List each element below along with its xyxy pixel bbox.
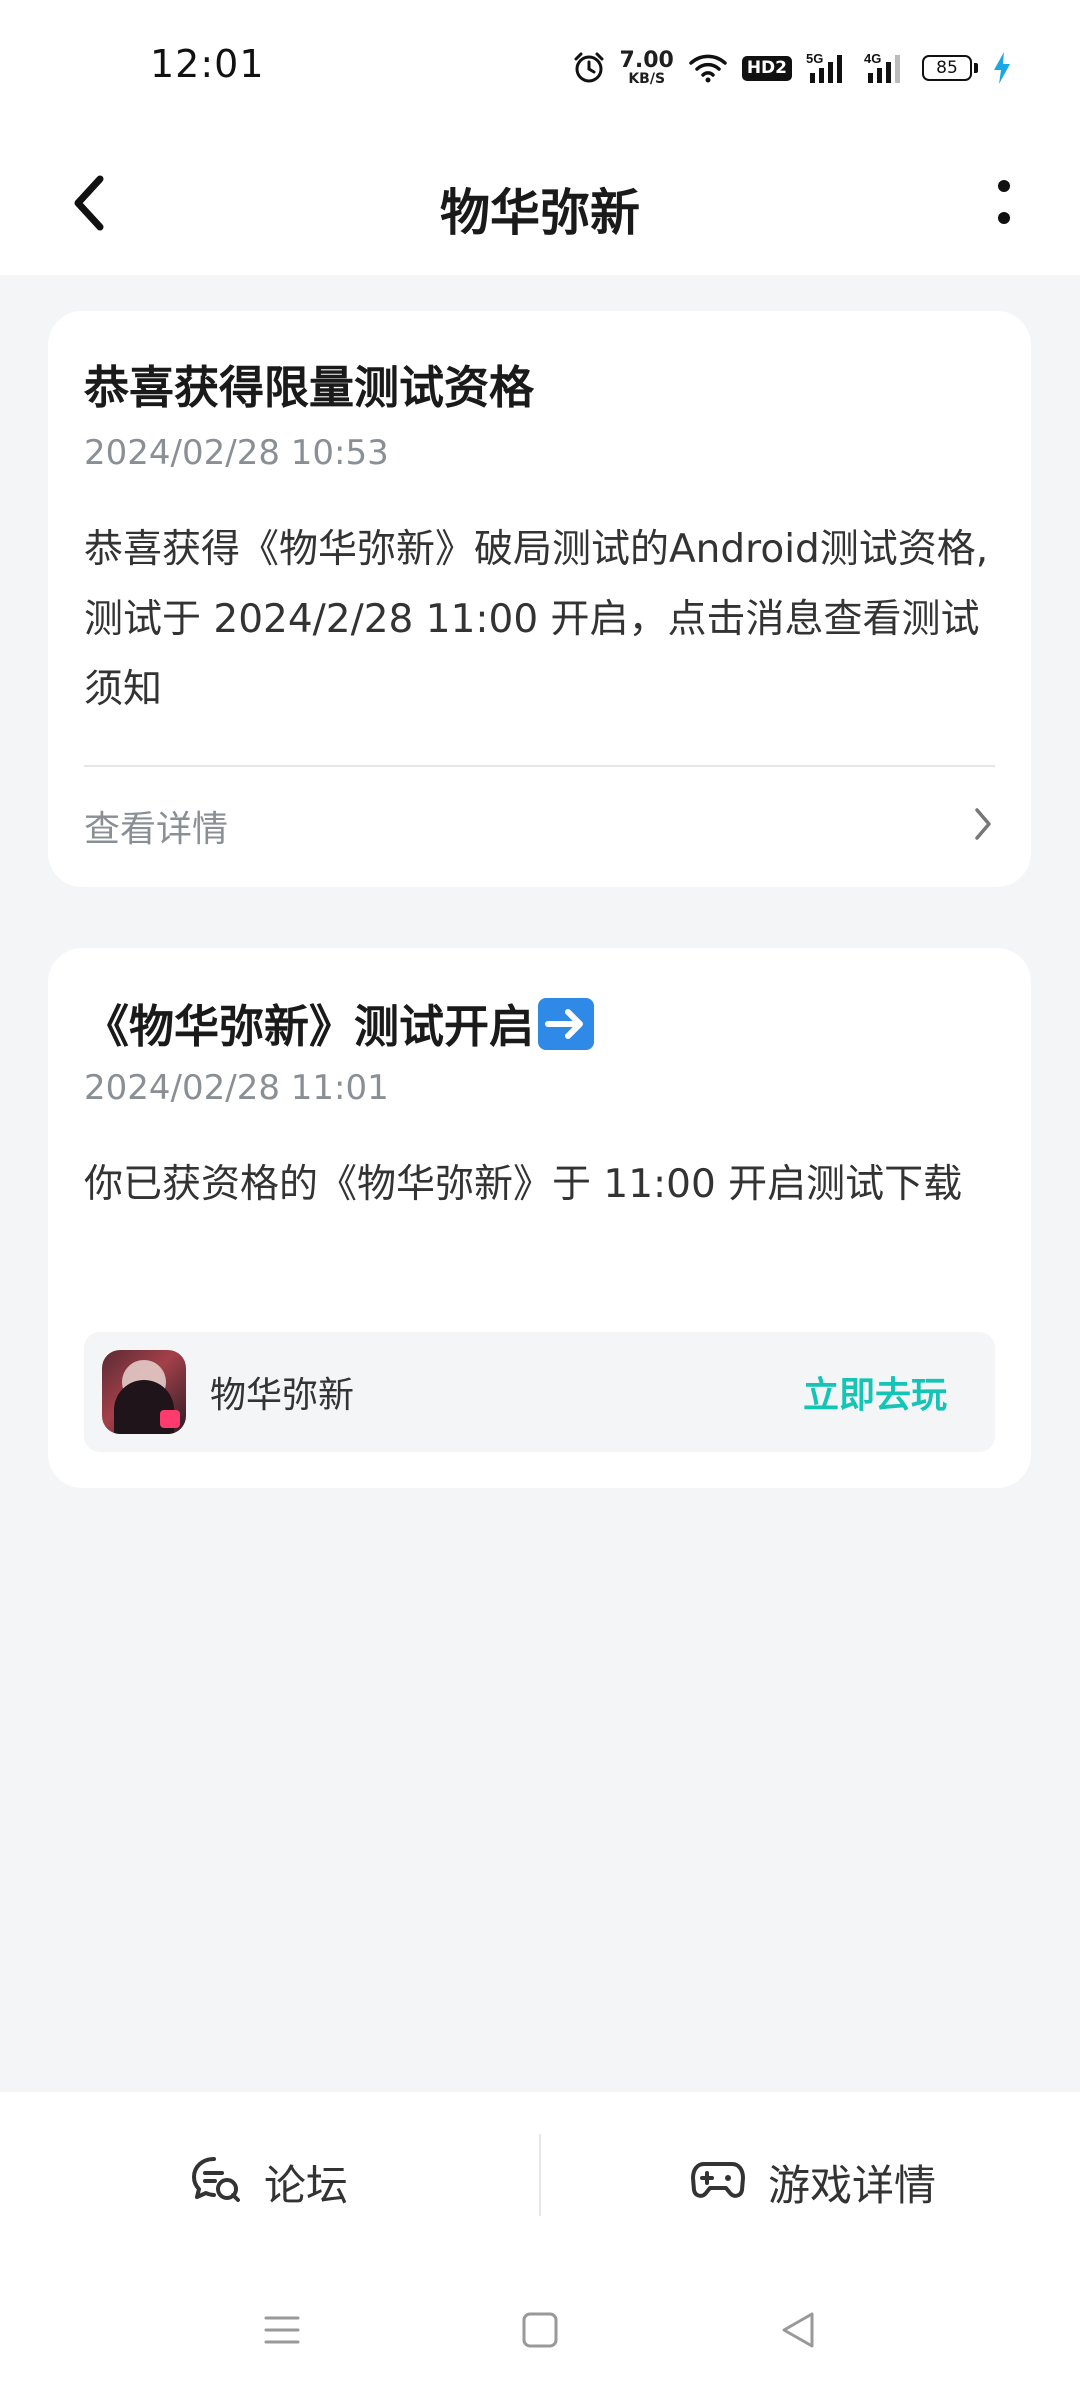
message-time: 2024/02/28 10:53 bbox=[84, 433, 389, 473]
view-details-label: 查看详情 bbox=[84, 809, 229, 850]
game-icon bbox=[102, 1350, 186, 1434]
forum-button[interactable]: 论坛 bbox=[190, 2132, 348, 2232]
nav-back-button[interactable] bbox=[768, 2302, 828, 2362]
forum-icon bbox=[190, 2155, 242, 2209]
net-speed: 7.00 KB/S bbox=[619, 48, 674, 87]
menu-icon bbox=[262, 2310, 302, 2354]
app-header: 物华弥新 bbox=[0, 135, 1080, 275]
signal-5g-icon: 5G bbox=[806, 51, 850, 85]
bottom-action-bar: 论坛 游戏详情 bbox=[0, 2092, 1080, 2272]
status-icons: 7.00 KB/S HD2 5G 4G 85 bbox=[572, 45, 1012, 91]
charging-icon bbox=[992, 51, 1012, 85]
nav-menu-button[interactable] bbox=[252, 2302, 312, 2362]
game-row[interactable]: 物华弥新 立即去玩 bbox=[84, 1332, 995, 1452]
divider bbox=[84, 765, 995, 767]
divider bbox=[539, 2134, 541, 2216]
home-square-icon bbox=[520, 2310, 560, 2354]
message-time: 2024/02/28 11:01 bbox=[84, 1068, 389, 1108]
wifi-icon bbox=[688, 52, 728, 84]
chevron-right-icon bbox=[971, 804, 995, 848]
signal-4g-icon: 4G bbox=[864, 51, 908, 85]
nav-home-button[interactable] bbox=[510, 2302, 570, 2362]
signal-5g-label: 5G bbox=[806, 51, 823, 66]
message-title-wrap: 《物华弥新》测试开启 bbox=[84, 990, 595, 1055]
net-speed-value: 7.00 bbox=[619, 48, 674, 73]
page-title: 物华弥新 bbox=[440, 184, 640, 242]
game-details-label: 游戏详情 bbox=[768, 2160, 937, 2210]
game-details-button[interactable]: 游戏详情 bbox=[690, 2132, 936, 2232]
gamepad-icon bbox=[690, 2158, 746, 2206]
message-title: 恭喜获得限量测试资格 bbox=[84, 361, 535, 414]
play-now-button[interactable]: 立即去玩 bbox=[803, 1366, 947, 1418]
more-vertical-icon bbox=[994, 178, 1014, 232]
arrow-right-icon bbox=[538, 998, 595, 1050]
status-time: 12:01 bbox=[150, 42, 265, 86]
message-body: 恭喜获得《物华弥新》破局测试的Android测试资格,测试于 2024/2/28… bbox=[84, 527, 989, 712]
more-options-button[interactable] bbox=[964, 165, 1044, 245]
message-title: 《物华弥新》测试开启 bbox=[84, 1000, 535, 1053]
view-details-link[interactable]: 查看详情 bbox=[84, 791, 995, 861]
message-body: 你已获资格的《物华弥新》于 11:00 开启测试下载 bbox=[84, 1162, 963, 1207]
message-card: 恭喜获得限量测试资格 2024/02/28 10:53 恭喜获得《物华弥新》破局… bbox=[48, 311, 1031, 887]
net-speed-unit: KB/S bbox=[628, 71, 666, 87]
alarm-icon bbox=[572, 51, 606, 85]
back-triangle-icon bbox=[778, 2310, 818, 2354]
hd-icon: HD2 bbox=[741, 55, 792, 81]
signal-4g-label: 4G bbox=[864, 51, 881, 66]
forum-label: 论坛 bbox=[264, 2160, 349, 2210]
status-bar: 12:01 7.00 KB/S HD2 5G 4G 85 bbox=[0, 0, 1080, 135]
battery-level: 85 bbox=[922, 55, 972, 81]
game-name: 物华弥新 bbox=[210, 1375, 355, 1416]
system-nav-bar bbox=[0, 2272, 1080, 2400]
message-card: 《物华弥新》测试开启 2024/02/28 11:01 你已获资格的《物华弥新》… bbox=[48, 948, 1031, 1488]
battery-icon: 85 bbox=[922, 55, 978, 81]
